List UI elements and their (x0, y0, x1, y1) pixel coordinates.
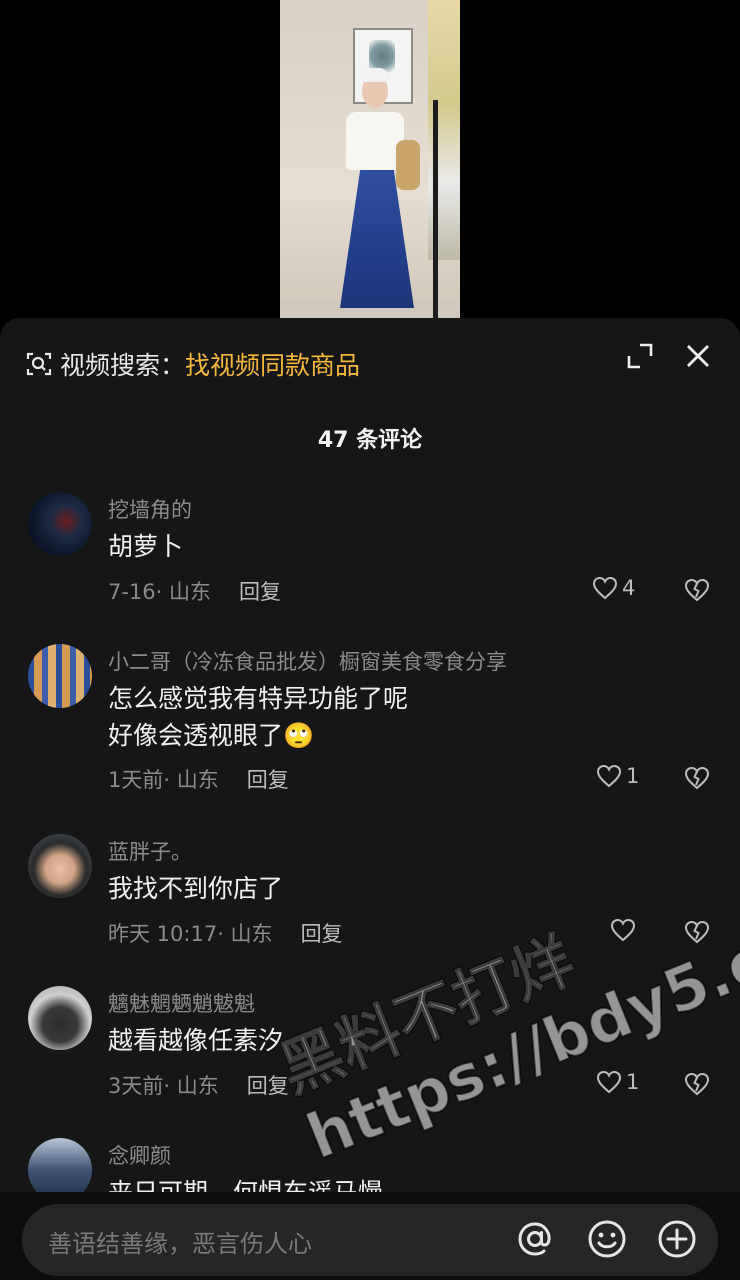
emoji-icon[interactable] (586, 1218, 628, 1260)
comment-count-title: 47 条评论 (317, 428, 423, 453)
dislike-icon[interactable] (684, 920, 710, 944)
comment-date: 1天前 (108, 768, 164, 792)
close-icon[interactable] (682, 340, 714, 372)
dislike-icon[interactable] (684, 578, 710, 602)
like-button[interactable]: 4 (592, 576, 635, 600)
find-same-product-label: 找视频同款商品 (185, 351, 361, 380)
avatar[interactable] (28, 834, 92, 898)
comment-author[interactable]: 魑魅魍魉魈魃魁 (108, 988, 255, 1018)
video-search-label: 视频搜索： (60, 351, 186, 380)
dislike-icon[interactable] (684, 1072, 710, 1096)
avatar[interactable] (28, 492, 92, 556)
comment-date: 3天前 (108, 1074, 164, 1098)
like-button[interactable]: 1 (596, 764, 639, 788)
dislike-icon[interactable] (684, 766, 710, 790)
comment-location: · 山东 (155, 580, 212, 604)
like-count: 1 (626, 764, 640, 788)
plus-icon[interactable] (656, 1218, 698, 1260)
comment-text-line: 怎么感觉我有特异功能了呢 (108, 684, 409, 713)
comment-text: 我找不到你店了 (108, 870, 283, 907)
comment-text: 越看越像任素汐 (108, 1022, 283, 1059)
comment-author[interactable]: 挖墙角的 (108, 494, 192, 524)
screen: 视频搜索： 找视频同款商品 47 条评论 挖墙角的 胡萝卜 7-16· 山东 回复 (0, 0, 740, 1280)
avatar[interactable] (28, 644, 92, 708)
reply-button[interactable]: 回复 (239, 580, 281, 604)
video-preview[interactable] (280, 0, 460, 318)
reply-button[interactable]: 回复 (247, 768, 289, 792)
comment-date: 7-16 (108, 580, 156, 604)
video-search-link[interactable]: 视频搜索： 找视频同款商品 (26, 346, 360, 382)
comment-location: · 山东 (163, 1074, 219, 1098)
comment-location: · 山东 (217, 922, 273, 946)
reply-button[interactable]: 回复 (301, 922, 343, 946)
comment-meta: 1天前· 山东 回复 (108, 764, 289, 794)
comment-text: 胡萝卜 (108, 528, 183, 565)
comment-meta: 7-16· 山东 回复 (108, 576, 281, 606)
expand-icon[interactable] (626, 342, 654, 370)
comment-date: 昨天 10:17 (108, 922, 218, 946)
comment-author[interactable]: 念卿颜 (108, 1140, 171, 1170)
comment-text-line: 胡萝卜 (108, 532, 184, 561)
scan-icon (26, 352, 52, 376)
like-count: 1 (626, 1070, 640, 1094)
heart-icon (596, 764, 622, 788)
comment-text-line: 我找不到你店了 (108, 874, 284, 903)
like-count: 4 (622, 576, 636, 600)
comment-author[interactable]: 小二哥（冷冻食品批发）橱窗美食零食分享 (108, 646, 507, 676)
like-button[interactable] (610, 918, 640, 942)
comment-input-placeholder: 善语结善缘，恶言伤人心 (48, 1230, 312, 1258)
comment-location: · 山东 (163, 768, 219, 792)
comment-input[interactable]: 善语结善缘，恶言伤人心 (22, 1204, 718, 1276)
comment-meta: 昨天 10:17· 山东 回复 (108, 918, 343, 948)
reply-button[interactable]: 回复 (247, 1074, 289, 1098)
heart-icon (596, 1070, 622, 1094)
comment-input-bar: 善语结善缘，恶言伤人心 (0, 1192, 740, 1280)
at-icon[interactable] (514, 1218, 556, 1260)
heart-icon (592, 576, 618, 600)
comment-author[interactable]: 蓝胖子。 (108, 836, 192, 866)
comment-text: 怎么感觉我有特异功能了呢 好像会透视眼了🙄 (108, 680, 408, 754)
comments-sheet: 视频搜索： 找视频同款商品 47 条评论 挖墙角的 胡萝卜 7-16· 山东 回复 (0, 318, 740, 1280)
comment-text-line: 越看越像任素汐 (108, 1026, 284, 1055)
comment-text-line: 好像会透视眼了🙄 (108, 721, 315, 750)
comment-meta: 3天前· 山东 回复 (108, 1070, 289, 1100)
heart-icon (610, 918, 636, 942)
avatar[interactable] (28, 986, 92, 1050)
like-button[interactable]: 1 (596, 1070, 639, 1094)
